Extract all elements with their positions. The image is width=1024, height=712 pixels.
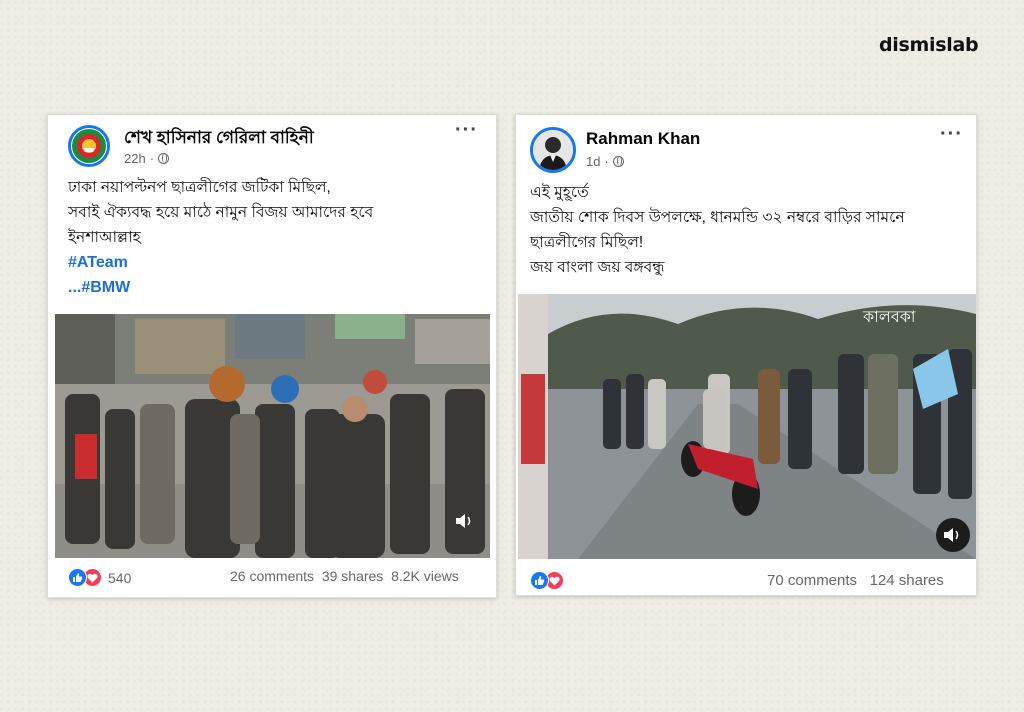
like-reaction-icon xyxy=(530,571,549,590)
post-text-line: ইনশাআল্লাহ xyxy=(68,229,141,246)
page-avatar[interactable] xyxy=(68,125,110,167)
post-text-line: এই মুহূর্তে xyxy=(530,184,589,201)
reaction-count: 540 xyxy=(108,569,132,586)
post-author[interactable]: Rahman Khan xyxy=(586,129,700,149)
post-text-line: ঢাকা নয়াপল্টনপ ছাত্রলীগের জটিকা মিছিল, xyxy=(68,179,331,196)
reactions-summary[interactable] xyxy=(530,571,564,590)
post-stats: 70 comments 124 shares xyxy=(767,572,944,589)
views-count: 8.2K views xyxy=(391,568,459,584)
brand-logo: dismislab xyxy=(879,34,979,56)
post-footer: 540 26 comments 39 shares 8.2K views xyxy=(48,566,496,590)
comments-count[interactable]: 70 comments xyxy=(767,572,857,589)
post-meta: 22h · xyxy=(124,151,170,166)
post-video[interactable]: কালবকা xyxy=(518,294,976,559)
hashtag-link[interactable]: #ATeam xyxy=(68,250,373,275)
post-text-line: জাতীয় শোক দিবস উপলক্ষে, ধানমন্ডি ৩২ নম্… xyxy=(530,209,905,226)
more-options-icon[interactable]: ··· xyxy=(455,119,478,142)
video-watermark: কালবকা xyxy=(862,307,916,326)
post-footer: 70 comments 124 shares xyxy=(516,568,976,592)
video-frame: কালবকা xyxy=(518,294,976,559)
post-text-line: জয় বাংলা জয় বঙ্গবন্ধু xyxy=(530,259,665,276)
post-text-line: ছাত্রলীগের মিছিল! xyxy=(530,234,644,251)
video-frame xyxy=(55,314,490,558)
shares-count[interactable]: 124 shares xyxy=(870,572,944,589)
post-author[interactable]: শেখ হাসিনার গেরিলা বাহিনী xyxy=(124,125,314,153)
globe-icon xyxy=(158,153,170,164)
post-stats: 26 comments 39 shares 8.2K views xyxy=(230,568,459,584)
sound-icon[interactable] xyxy=(451,507,479,535)
post-time[interactable]: 22h xyxy=(124,151,146,166)
comments-count[interactable]: 26 comments xyxy=(230,568,314,584)
facebook-post-1: শেখ হাসিনার গেরিলা বাহিনী 22h · ··· ঢাকা… xyxy=(47,114,497,598)
post-video[interactable] xyxy=(55,314,490,558)
sound-icon[interactable] xyxy=(936,518,970,552)
post-meta: 1d · xyxy=(586,154,624,169)
shares-count[interactable]: 39 shares xyxy=(322,568,383,584)
hashtag-link[interactable]: ...#BMW xyxy=(68,275,373,300)
like-reaction-icon xyxy=(68,568,87,587)
post-time[interactable]: 1d xyxy=(586,154,600,169)
post-text-line: সবাই ঐক্যবদ্ধ হয়ে মাঠে নামুন বিজয় আমাদ… xyxy=(68,204,374,221)
globe-icon xyxy=(612,156,624,167)
facebook-post-2: Rahman Khan 1d · ··· এই মুহূর্তে জাতীয় … xyxy=(515,114,977,596)
reactions-summary[interactable]: 540 xyxy=(68,568,131,587)
profile-avatar[interactable] xyxy=(530,127,576,173)
more-options-icon[interactable]: ··· xyxy=(940,123,963,146)
post-text: ঢাকা নয়াপল্টনপ ছাত্রলীগের জটিকা মিছিল, … xyxy=(68,175,373,300)
post-text: এই মুহূর্তে জাতীয় শোক দিবস উপলক্ষে, ধান… xyxy=(530,180,905,280)
